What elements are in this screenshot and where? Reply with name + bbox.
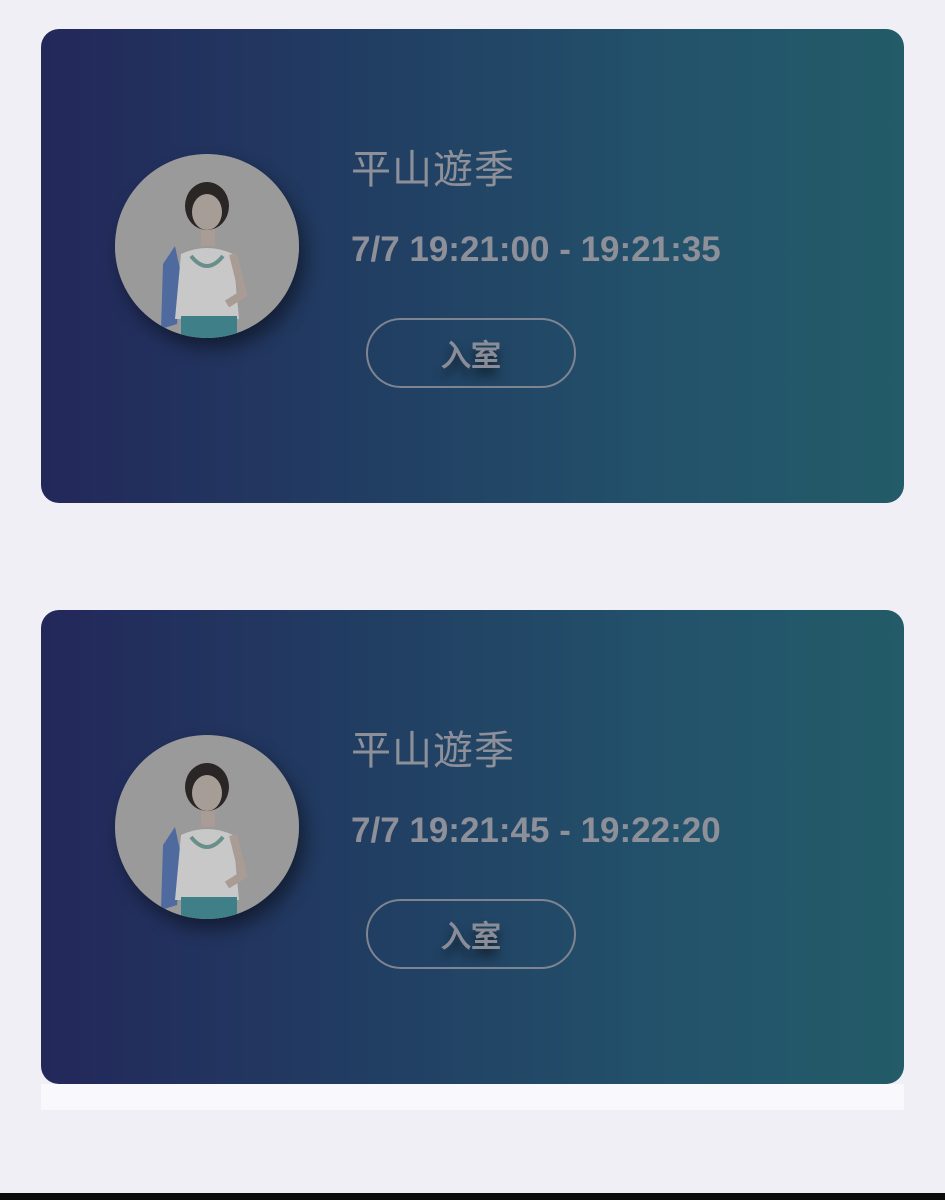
enter-room-button[interactable]: 入室 [366,899,576,969]
list-footer [41,1084,904,1110]
profile-photo-icon [115,735,299,919]
avatar [115,154,299,338]
avatar [115,735,299,919]
session-time: 7/7 19:21:45 - 19:22:20 [351,811,721,850]
enter-room-button[interactable]: 入室 [366,318,576,388]
session-card: 平山遊季 7/7 19:21:45 - 19:22:20 入室 [41,610,904,1084]
performer-name: 平山遊季 [351,147,515,193]
home-indicator [0,1193,945,1200]
session-time: 7/7 19:21:00 - 19:21:35 [351,230,721,269]
performer-name: 平山遊季 [351,728,515,774]
session-card: 平山遊季 7/7 19:21:00 - 19:21:35 入室 [41,29,904,503]
profile-photo-icon [115,154,299,338]
